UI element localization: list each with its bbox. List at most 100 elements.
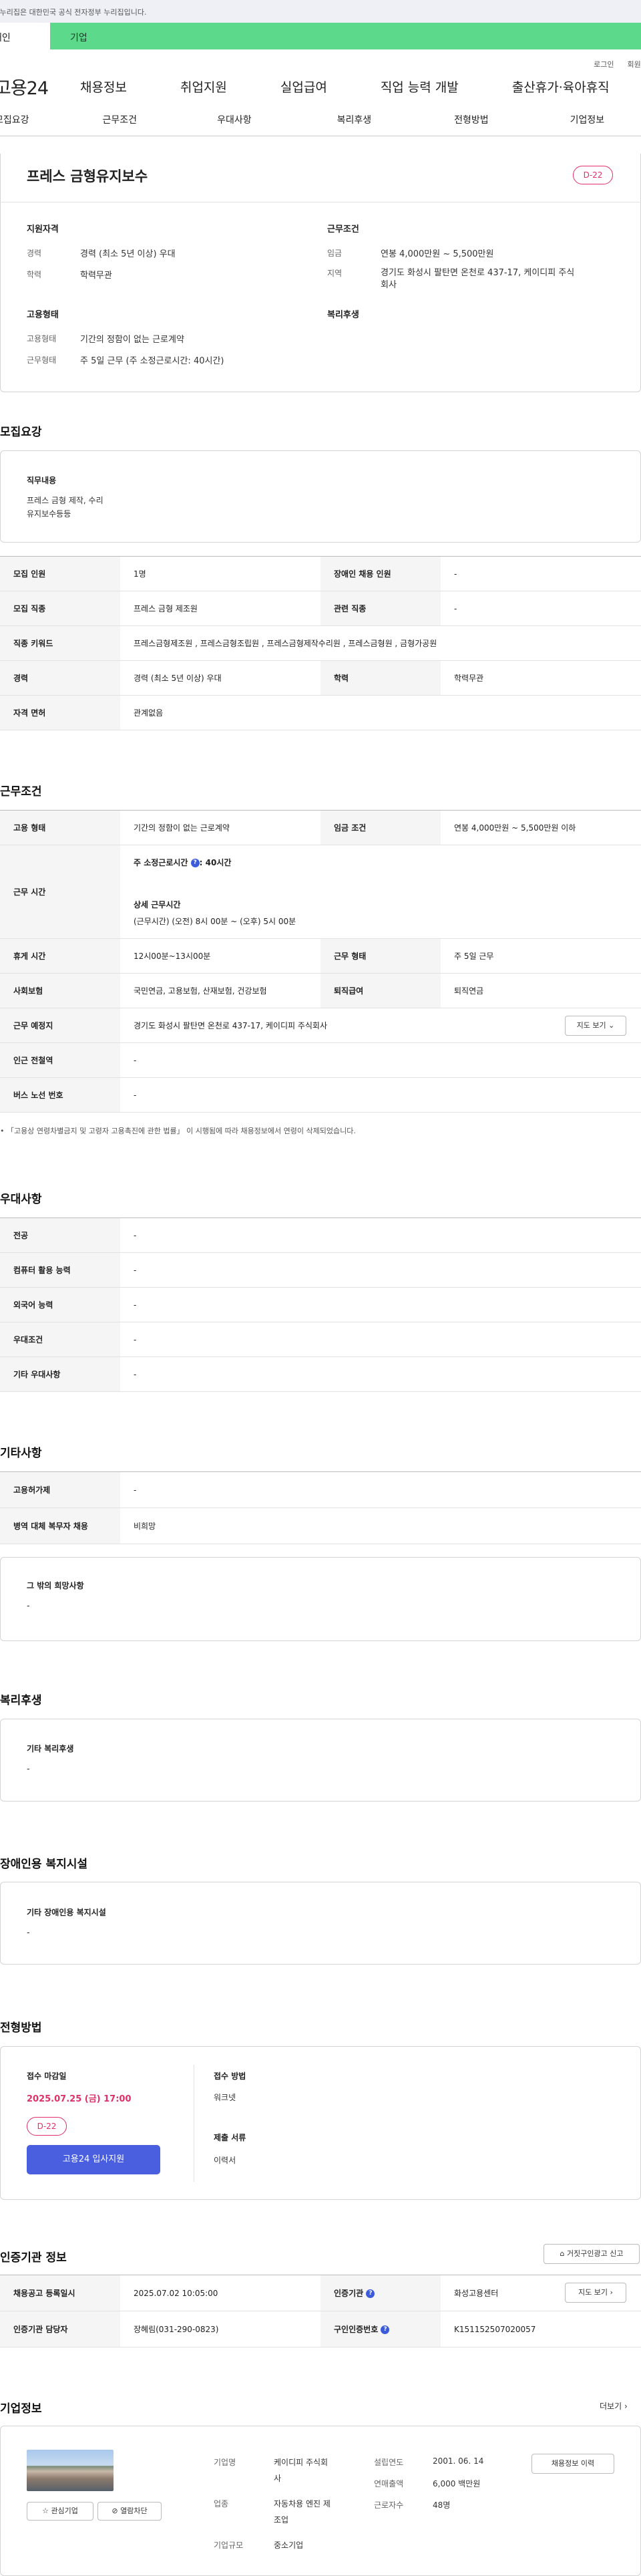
cell-value: 2025.07.02 10:05:00 — [120, 2275, 320, 2311]
cell-label: 컴퓨터 활용 능력 — [0, 1252, 120, 1288]
wage-label: 임금 — [327, 249, 343, 258]
cell-label: 구인인증번호 ? — [320, 2311, 441, 2347]
cell-value: 경기도 화성시 팔탄면 온천로 437-17, 케이디피 주식회사 — [120, 1008, 641, 1043]
welfare-summary-title: 복리후생 — [327, 310, 359, 320]
cell-value: 퇴직연금 — [441, 973, 641, 1008]
gov-notice-text: 이 누리집은 대한민국 공식 전자정부 누리집입니다. — [0, 8, 147, 17]
company-more-link[interactable]: 더보기 › — [600, 2400, 628, 2412]
snb-item-selection[interactable]: 전형방법 — [454, 113, 489, 126]
info-icon[interactable]: ? — [381, 2325, 390, 2334]
map-button-label: 지도 보기 — [578, 2288, 608, 2297]
established-value: 2001. 06. 14 — [433, 2456, 484, 2466]
apply-button[interactable]: 고용24 입사지원 — [27, 2145, 160, 2174]
join-link[interactable]: 회원가입 — [628, 59, 641, 69]
welfare-sub-title: 기타 복리후생 — [27, 1744, 74, 1753]
cell-value: - — [120, 1218, 641, 1253]
method-label: 접수 방법 — [214, 2071, 246, 2081]
cell-label: 인증기관 ? — [320, 2275, 441, 2311]
gnb-item-unemployment-benefit[interactable]: 실업급여 — [280, 78, 327, 96]
etc-table: 고용허가제 - 병역 대체 복무자 채용 비희망 — [0, 1471, 641, 1544]
employment-type-value: 기간의 정함이 없는 근로계약 — [80, 335, 184, 345]
utility-menu: 로그인 회원가입 — [0, 49, 641, 69]
company-photo — [27, 2450, 114, 2491]
cell-label: 기타 우대사항 — [0, 1356, 120, 1392]
method-value: 워크넷 — [214, 2093, 236, 2102]
cell-value: 주 5일 근무 — [441, 938, 641, 974]
table-row: 외국어 능력 - — [0, 1287, 641, 1322]
chevron-right-icon: › — [610, 2288, 613, 2297]
table-row: 병역 대체 복무자 채용 비희망 — [0, 1508, 641, 1544]
cell-value: 경력 (최소 5년 이상) 우대 — [120, 660, 320, 696]
gnb-item-employment-support[interactable]: 취업지원 — [180, 78, 227, 96]
etc-section-title: 기타사항 — [0, 1447, 42, 1460]
cell-label: 자격 면허 — [0, 695, 120, 730]
cell-label: 인근 전철역 — [0, 1042, 120, 1078]
bullet-icon: • — [0, 1127, 5, 1135]
disabled-section-title: 장애인용 복지시설 — [0, 1858, 88, 1871]
snb-item-preference[interactable]: 우대사항 — [217, 113, 252, 126]
cell-value: - — [120, 1077, 641, 1113]
cell-label: 관련 직종 — [320, 591, 441, 626]
snb-item-recruit[interactable]: 모집요강 — [0, 113, 29, 126]
welfare-box — [0, 1719, 641, 1802]
table-row: 근무 예정지 경기도 화성시 팔탄면 온천로 437-17, 케이디피 주식회사 — [0, 1008, 641, 1043]
snb-item-welfare[interactable]: 복리후생 — [337, 113, 372, 126]
dday-badge: D-22 — [573, 166, 613, 184]
favorite-company-button[interactable]: ☆ 관심기업 — [27, 2502, 93, 2521]
industry-line2: 조업 — [274, 2515, 289, 2525]
tab-person[interactable]: 개인 — [0, 23, 50, 49]
cell-label: 근무 예정지 — [0, 1008, 120, 1043]
gnb-item-job-training[interactable]: 직업 능력 개발 — [381, 78, 459, 96]
map-button[interactable]: 지도 보기 ⌄ — [565, 1016, 626, 1036]
table-row: 버스 노선 번호 - — [0, 1077, 641, 1113]
cell-label: 경력 — [0, 660, 120, 696]
company-section-title: 기업정보 — [0, 2402, 42, 2416]
job-title: 프레스 금형유지보수 — [27, 168, 148, 184]
recruit-history-button[interactable]: 채용정보 이력 — [531, 2454, 614, 2474]
gnb-item-parental-leave[interactable]: 출산휴가·육아휴직 — [512, 78, 610, 96]
table-row: 사회보험 국민연금, 고용보험, 산재보험, 건강보험 퇴직급여 퇴직연금 — [0, 973, 641, 1008]
cell-value: - — [120, 1287, 641, 1322]
cell-value: 12시00분~13시00분 — [120, 938, 320, 974]
cell-label: 직종 키워드 — [0, 625, 120, 661]
area-value-line2: 회사 — [381, 280, 397, 290]
cell-value: 프레스 금형 제조원 — [120, 591, 320, 626]
cell-value: - — [120, 1471, 641, 1508]
company-size-value: 중소기업 — [274, 2541, 304, 2550]
cell-label: 채용공고 등록일시 — [0, 2275, 120, 2311]
cell-label: 장애인 채용 인원 — [320, 556, 441, 591]
established-label: 설립연도 — [374, 2458, 404, 2467]
info-icon[interactable]: ? — [190, 859, 200, 867]
cell-value: 학력무관 — [441, 660, 641, 696]
selection-dday-badge: D-22 — [27, 2117, 67, 2136]
info-icon[interactable]: ? — [366, 2289, 375, 2298]
table-row: 전공 - — [0, 1218, 641, 1253]
agency-table: 채용공고 등록일시 2025.07.02 10:05:00 인증기관 ? 화성고용센터… — [0, 2275, 641, 2347]
block-view-button[interactable]: ⊘ 열람차단 — [97, 2502, 162, 2521]
deadline-value: 2025.07.25 (금) 17:00 — [27, 2094, 132, 2104]
area-label: 지역 — [327, 269, 343, 278]
docs-value: 이력서 — [214, 2156, 236, 2165]
tab-company[interactable]: 기업 — [50, 23, 87, 49]
preference-section-title: 우대사항 — [0, 1193, 42, 1206]
site-logo[interactable]: 고용24 — [0, 74, 49, 100]
snb-item-condition[interactable]: 근무조건 — [103, 113, 138, 126]
work-time-cell: 주 소정근로시간 ?: 40시간 상세 근무시간 (근무시간) (오전) 8시 … — [120, 845, 641, 939]
table-row: 채용공고 등록일시 2025.07.02 10:05:00 인증기관 ? 화성고용센터 — [0, 2275, 641, 2311]
table-row: 휴게 시간 12시00분~13시00분 근무 형태 주 5일 근무 — [0, 938, 641, 974]
cell-value: - — [441, 556, 641, 591]
login-link[interactable]: 로그인 — [594, 59, 614, 69]
gnb-item-jobs[interactable]: 채용정보 — [80, 78, 127, 96]
cell-label: 고용 형태 — [0, 810, 120, 845]
user-type-tabs: 개인 기업 — [0, 23, 641, 49]
company-name-line2: 사 — [274, 2474, 282, 2483]
table-row: 기타 우대사항 - — [0, 1356, 641, 1392]
deadline-label: 접수 마감일 — [27, 2071, 67, 2081]
report-button[interactable]: ⌂ 거짓구인광고 신고 — [544, 2244, 640, 2264]
snb-item-company[interactable]: 기업정보 — [570, 113, 605, 126]
cell-label: 외국어 능력 — [0, 1287, 120, 1322]
welfare-value: - — [27, 1764, 30, 1774]
disabled-sub-title: 기타 장애인용 복지시설 — [27, 1908, 106, 1917]
map-button-label: 지도 보기 — [576, 1021, 606, 1030]
agency-map-button[interactable]: 지도 보기 › — [565, 2283, 626, 2303]
